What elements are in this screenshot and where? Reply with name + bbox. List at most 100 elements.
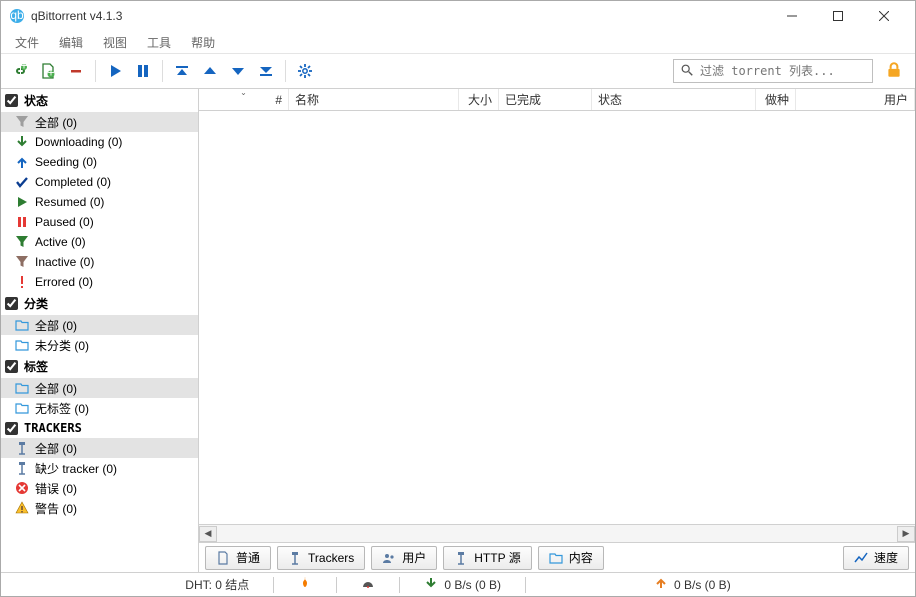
column-num[interactable]: ⌄ #	[199, 89, 289, 110]
move-up-button[interactable]	[197, 58, 223, 84]
move-down-button[interactable]	[225, 58, 251, 84]
filter-all[interactable]: 全部 (0)	[1, 112, 198, 132]
download-arrow-icon	[424, 576, 438, 593]
tab-http-sources[interactable]: HTTP 源	[443, 546, 531, 570]
category-toggle-checkbox[interactable]	[5, 297, 18, 310]
status-upload-speed[interactable]: 0 B/s (0 B)	[654, 576, 731, 593]
error-icon	[15, 275, 29, 289]
sort-indicator-icon: ⌄	[240, 88, 247, 97]
tab-speed[interactable]: 速度	[843, 546, 909, 570]
maximize-button[interactable]	[815, 1, 861, 31]
column-name[interactable]: 名称	[289, 89, 459, 110]
status-bar: DHT: 0 结点 0 B/s (0 B) 0 B/s (0 B)	[1, 572, 915, 596]
status-download-speed[interactable]: 0 B/s (0 B)	[424, 576, 501, 593]
torrent-list-body	[199, 111, 915, 524]
filter-seeding[interactable]: Seeding (0)	[1, 152, 198, 172]
warning-icon	[15, 501, 29, 515]
funnel-inactive-icon	[15, 255, 29, 269]
tracker-trackerless[interactable]: 缺少 tracker (0)	[1, 458, 198, 478]
horizontal-scrollbar[interactable]: ◀ ▶	[199, 524, 915, 542]
settings-button[interactable]	[292, 58, 318, 84]
filter-active[interactable]: Active (0)	[1, 232, 198, 252]
trackers-header-label: TRACKERS	[24, 421, 82, 435]
svg-text:+: +	[47, 66, 54, 80]
move-bottom-button[interactable]	[253, 58, 279, 84]
menu-edit[interactable]: 编辑	[51, 32, 91, 53]
checkmark-icon	[15, 175, 29, 189]
folder-icon	[549, 551, 563, 565]
add-link-button[interactable]: +	[7, 58, 33, 84]
scroll-right-arrow[interactable]: ▶	[897, 526, 915, 542]
sidebar-header-status[interactable]: 状态	[1, 89, 198, 112]
filter-input[interactable]	[700, 64, 866, 78]
pause-icon	[15, 215, 29, 229]
content-area: ⌄ # 名称 大小 已完成 状态 做种 用户 ◀ ▶ 普通 Trackers	[199, 89, 915, 572]
status-toggle-checkbox[interactable]	[5, 94, 18, 107]
menu-file[interactable]: 文件	[7, 32, 47, 53]
scroll-left-arrow[interactable]: ◀	[199, 526, 217, 542]
tracker-icon	[288, 551, 302, 565]
resume-button[interactable]	[102, 58, 128, 84]
remove-button[interactable]	[63, 58, 89, 84]
tag-all[interactable]: 全部 (0)	[1, 378, 198, 398]
tab-general[interactable]: 普通	[205, 546, 271, 570]
document-icon	[216, 551, 230, 565]
close-button[interactable]	[861, 1, 907, 31]
move-top-button[interactable]	[169, 58, 195, 84]
title-bar: qb qBittorrent v4.1.3	[1, 1, 915, 31]
column-seeds[interactable]: 做种	[756, 89, 796, 110]
category-uncategorized[interactable]: 未分类 (0)	[1, 335, 198, 355]
column-size[interactable]: 大小	[459, 89, 499, 110]
minimize-button[interactable]	[769, 1, 815, 31]
funnel-icon	[15, 115, 29, 129]
scroll-track[interactable]	[217, 526, 897, 542]
column-done[interactable]: 已完成	[499, 89, 592, 110]
filter-downloading[interactable]: Downloading (0)	[1, 132, 198, 152]
tracker-all[interactable]: 全部 (0)	[1, 438, 198, 458]
sidebar-header-category[interactable]: 分类	[1, 292, 198, 315]
column-status[interactable]: 状态	[592, 89, 756, 110]
app-icon: qb	[9, 8, 25, 24]
upload-arrow-icon	[15, 155, 29, 169]
tracker-error[interactable]: 错误 (0)	[1, 478, 198, 498]
trackers-toggle-checkbox[interactable]	[5, 422, 18, 435]
tracker-warning[interactable]: 警告 (0)	[1, 498, 198, 518]
svg-text:+: +	[20, 63, 27, 73]
search-icon	[680, 63, 694, 80]
menu-help[interactable]: 帮助	[183, 32, 223, 53]
toolbar: + +	[1, 53, 915, 89]
flame-icon	[298, 576, 312, 593]
tab-trackers[interactable]: Trackers	[277, 546, 365, 570]
tracker-icon	[15, 441, 29, 455]
tab-content[interactable]: 内容	[538, 546, 604, 570]
filter-completed[interactable]: Completed (0)	[1, 172, 198, 192]
menu-bar: 文件 编辑 视图 工具 帮助	[1, 31, 915, 53]
pause-button[interactable]	[130, 58, 156, 84]
sidebar-header-tags[interactable]: 标签	[1, 355, 198, 378]
play-icon	[15, 195, 29, 209]
detail-tabs: 普通 Trackers 用户 HTTP 源 内容 速度	[199, 542, 915, 572]
filter-paused[interactable]: Paused (0)	[1, 212, 198, 232]
filter-resumed[interactable]: Resumed (0)	[1, 192, 198, 212]
filter-inactive[interactable]: Inactive (0)	[1, 252, 198, 272]
folder-icon	[15, 401, 29, 415]
lock-icon[interactable]	[885, 61, 903, 82]
folder-icon	[15, 318, 29, 332]
upload-arrow-icon	[654, 576, 668, 593]
category-all[interactable]: 全部 (0)	[1, 315, 198, 335]
filter-searchbox[interactable]	[673, 59, 873, 83]
menu-tools[interactable]: 工具	[139, 32, 179, 53]
add-file-button[interactable]: +	[35, 58, 61, 84]
status-speed-limit[interactable]	[361, 576, 375, 593]
tags-header-label: 标签	[24, 358, 48, 375]
download-arrow-icon	[15, 135, 29, 149]
tags-toggle-checkbox[interactable]	[5, 360, 18, 373]
torrent-list-header[interactable]: ⌄ # 名称 大小 已完成 状态 做种 用户	[199, 89, 915, 111]
menu-view[interactable]: 视图	[95, 32, 135, 53]
tab-peers[interactable]: 用户	[371, 546, 437, 570]
filter-errored[interactable]: Errored (0)	[1, 272, 198, 292]
sidebar: 状态 全部 (0) Downloading (0) Seeding (0) Co…	[1, 89, 199, 572]
column-peers[interactable]: 用户	[796, 89, 915, 110]
sidebar-header-trackers[interactable]: TRACKERS	[1, 418, 198, 438]
tag-untagged[interactable]: 无标签 (0)	[1, 398, 198, 418]
